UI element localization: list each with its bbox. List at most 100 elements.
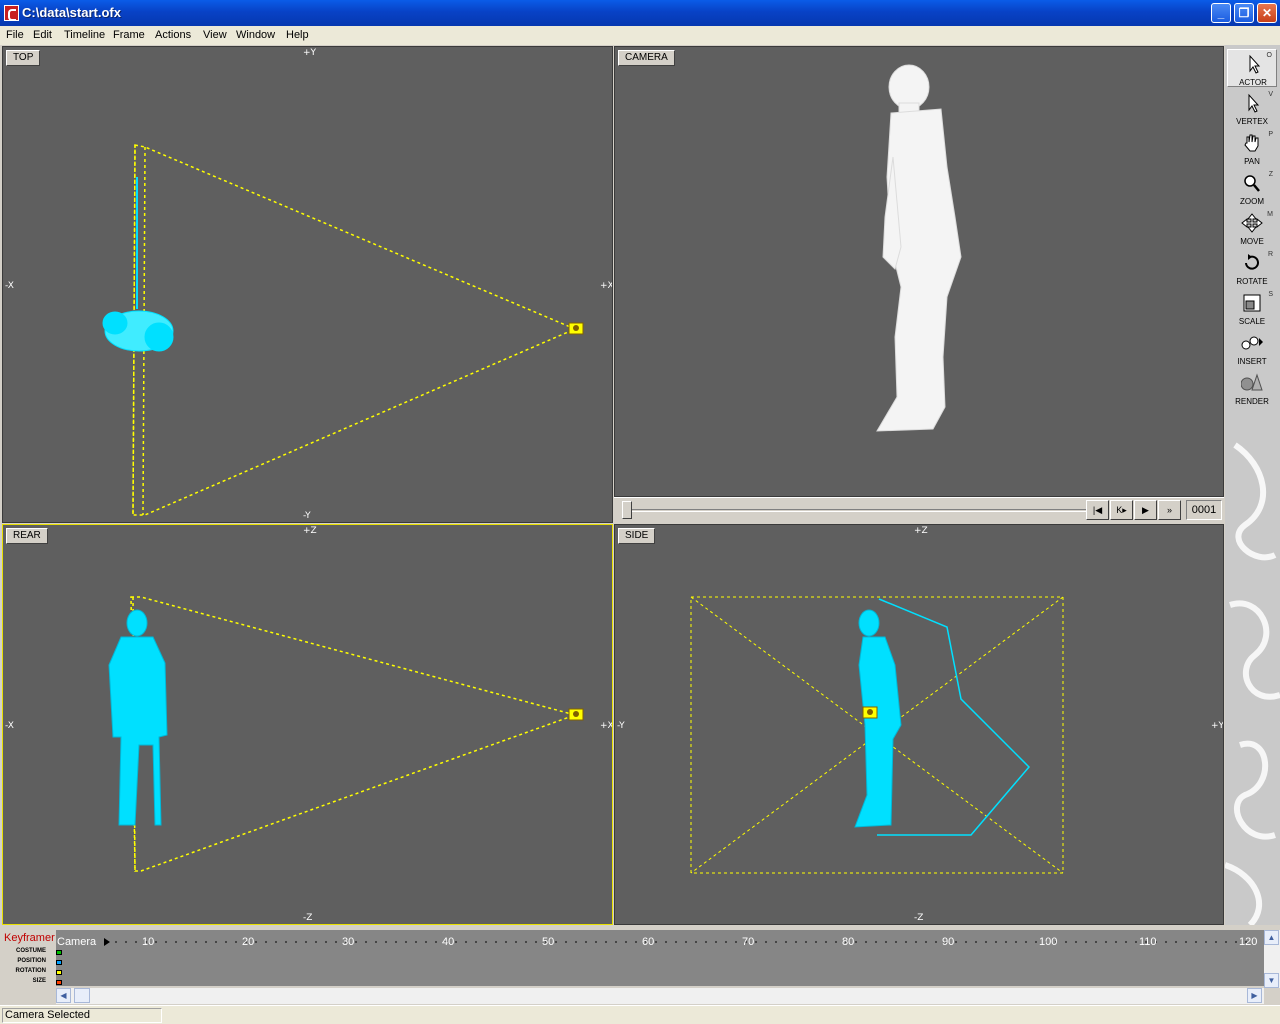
tick-label: 50 — [542, 936, 555, 948]
actor-top-view — [102, 177, 174, 352]
tool-move[interactable]: M MOVE — [1227, 209, 1277, 247]
app-logo-icon — [4, 5, 19, 21]
rewind-button[interactable]: |◀ — [1086, 500, 1109, 520]
axis-label: -X — [5, 721, 14, 731]
tick-label: 60 — [642, 936, 655, 948]
tool-vertex[interactable]: V VERTEX — [1227, 89, 1277, 127]
frame-counter[interactable]: 0001 — [1186, 500, 1222, 520]
tick-label: 90 — [942, 936, 955, 948]
menu-view[interactable]: View — [203, 29, 227, 41]
rear-viewport-scene — [108, 596, 584, 872]
scroll-left-button[interactable]: ◀ — [56, 988, 71, 1003]
tool-pan[interactable]: P PAN — [1227, 129, 1277, 167]
rear-view-label[interactable]: REAR — [6, 528, 48, 544]
camera-frustum — [130, 596, 578, 872]
title-bar[interactable]: C:\data\start.ofx _ ❐ ✕ — [0, 0, 1280, 26]
move-arrows-icon — [1241, 213, 1263, 233]
top-view-label[interactable]: TOP — [6, 50, 41, 66]
rotation-key-swatch — [56, 970, 62, 975]
tool-rotate[interactable]: R ROTATE — [1227, 249, 1277, 287]
app-window: C:\data\start.ofx _ ❐ ✕ File Edit Timeli… — [0, 0, 1280, 1024]
tool-insert[interactable]: INSERT — [1227, 329, 1277, 367]
scale-icon — [1243, 294, 1261, 312]
play-button[interactable]: ▶ — [1134, 500, 1157, 520]
side-viewport-scene — [690, 596, 1064, 874]
side-viewport[interactable]: SIDE +Z -Z -Y +Y — [614, 524, 1224, 925]
menu-bar: File Edit Timeline Frame Actions View Wi… — [0, 26, 1280, 45]
rotate-icon — [1245, 254, 1259, 270]
menu-window[interactable]: Window — [236, 29, 275, 41]
tick-label: 120 — [1239, 936, 1258, 948]
hand-icon — [1244, 134, 1259, 152]
timeline-slider-thumb[interactable] — [622, 501, 632, 519]
timeline-ruler — [104, 938, 1247, 946]
axis-label: +Z — [914, 526, 928, 536]
axis-label: -Z — [303, 913, 313, 923]
menu-actions[interactable]: Actions — [155, 29, 191, 41]
rear-viewport[interactable]: REAR +Z -Z -X +X — [2, 524, 613, 925]
axis-label: -Y — [617, 721, 625, 731]
keyframer-panel: Keyframer COSTUME POSITION ROTATION SIZE… — [0, 926, 1280, 1004]
axis-label: -Y — [303, 511, 311, 521]
actor-rear-view — [108, 609, 168, 826]
vertex-cursor-icon — [1248, 93, 1260, 113]
status-bar: Camera Selected — [0, 1005, 1280, 1024]
minimize-button[interactable]: _ — [1211, 3, 1231, 23]
top-viewport-scene — [102, 144, 584, 516]
maximize-button[interactable]: ❐ — [1234, 3, 1254, 23]
row-rotation-label: ROTATION — [15, 968, 46, 974]
keyframer-vertical-scrollbar[interactable]: ▲ ▼ — [1264, 930, 1280, 988]
menu-timeline[interactable]: Timeline — [64, 29, 105, 41]
costume-key-swatch — [56, 950, 62, 955]
timeline-slider-track[interactable] — [622, 509, 1086, 512]
row-position-label: POSITION — [17, 958, 46, 964]
axis-label: -X — [5, 281, 14, 291]
next-key-button[interactable]: K▸ — [1110, 500, 1133, 520]
scroll-up-button[interactable]: ▲ — [1264, 930, 1279, 945]
axis-label: +Z — [303, 526, 317, 536]
menu-file[interactable]: File — [6, 29, 24, 41]
size-key-swatch — [56, 980, 62, 985]
axis-label: +Y — [303, 48, 317, 58]
scroll-thumb[interactable] — [74, 988, 90, 1003]
tool-scale[interactable]: S SCALE — [1227, 289, 1277, 327]
tick-label: 70 — [742, 936, 755, 948]
keyframer-horizontal-scrollbar[interactable]: ◀ ▶ — [56, 988, 1264, 1004]
menu-edit[interactable]: Edit — [33, 29, 52, 41]
scroll-down-button[interactable]: ▼ — [1264, 973, 1279, 988]
tool-palette: O ACTOR V VERTEX P PAN Z ZOOM M MOVE R R… — [1225, 45, 1280, 925]
side-view-label[interactable]: SIDE — [618, 528, 656, 544]
keyframer-title: Keyframer — [4, 932, 55, 944]
tool-zoom[interactable]: Z ZOOM — [1227, 169, 1277, 207]
keyframer-track[interactable]: Camera 10 20 30 40 50 60 70 80 90 100 11… — [56, 930, 1264, 986]
tool-actor[interactable]: O ACTOR — [1227, 49, 1277, 87]
tick-label: 40 — [442, 936, 455, 948]
actor-camera-view — [876, 64, 962, 432]
camera-viewport[interactable]: CAMERA — [614, 46, 1224, 497]
keyframer-legend: Keyframer COSTUME POSITION ROTATION SIZE — [0, 926, 56, 988]
scroll-right-button[interactable]: ▶ — [1247, 988, 1262, 1003]
position-key-swatch — [56, 960, 62, 965]
menu-help[interactable]: Help — [286, 29, 309, 41]
window-title: C:\data\start.ofx — [22, 5, 121, 20]
magnifier-icon — [1244, 175, 1260, 192]
render-shapes-icon — [1241, 373, 1263, 391]
axis-label: +X — [600, 281, 613, 291]
camera-marker-icon — [862, 706, 878, 719]
axis-label: -Z — [914, 913, 924, 923]
tick-label: 80 — [842, 936, 855, 948]
close-button[interactable]: ✕ — [1257, 3, 1277, 23]
row-costume-label: COSTUME — [16, 948, 46, 954]
tick-label: 30 — [342, 936, 355, 948]
tool-render[interactable]: RENDER — [1227, 369, 1277, 407]
axis-label: +X — [600, 721, 613, 731]
tick-label: 10 — [142, 936, 155, 948]
tick-label: 110 — [1139, 936, 1157, 948]
camera-view-label[interactable]: CAMERA — [618, 50, 675, 66]
fast-forward-button[interactable]: » — [1158, 500, 1181, 520]
top-viewport[interactable]: TOP +Y -Y -X +X — [2, 46, 613, 523]
actor-side-view — [854, 609, 902, 828]
menu-frame[interactable]: Frame — [113, 29, 145, 41]
arrow-cursor-icon — [1249, 54, 1261, 74]
insert-shapes-icon — [1241, 336, 1263, 350]
